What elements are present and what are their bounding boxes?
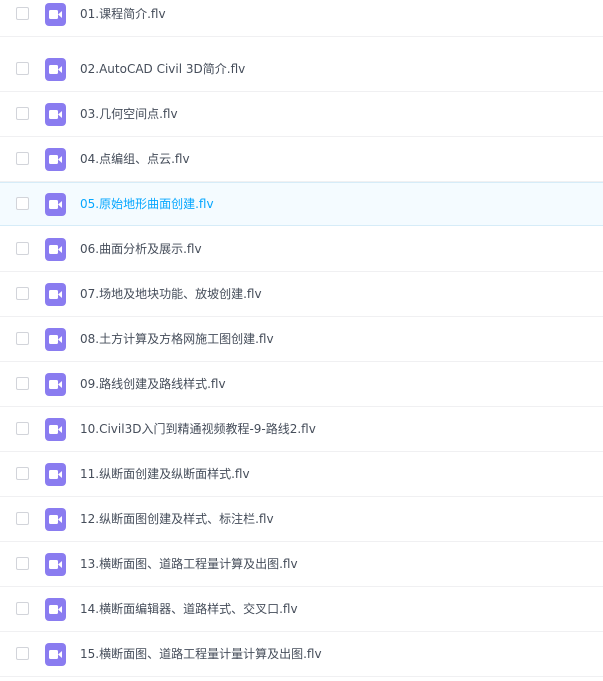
file-row[interactable]: 09.路线创建及路线样式.flv (0, 363, 603, 407)
video-file-icon (45, 193, 66, 216)
select-checkbox[interactable] (16, 242, 29, 255)
video-file-icon (45, 103, 66, 126)
file-name[interactable]: 06.曲面分析及展示.flv (80, 241, 202, 258)
select-checkbox[interactable] (16, 422, 29, 435)
file-row[interactable]: 14.横断面编辑器、道路样式、交叉口.flv (0, 588, 603, 632)
video-file-icon (45, 598, 66, 621)
select-checkbox[interactable] (16, 332, 29, 345)
video-file-icon (45, 148, 66, 171)
video-file-icon (45, 418, 66, 441)
file-name[interactable]: 12.纵断面图创建及样式、标注栏.flv (80, 511, 274, 528)
file-row[interactable]: 08.土方计算及方格网施工图创建.flv (0, 318, 603, 362)
file-name[interactable]: 08.土方计算及方格网施工图创建.flv (80, 331, 274, 348)
select-checkbox[interactable] (16, 152, 29, 165)
select-checkbox[interactable] (16, 602, 29, 615)
file-row[interactable]: 10.Civil3D入门到精通视频教程-9-路线2.flv (0, 408, 603, 452)
file-name[interactable]: 11.纵断面创建及纵断面样式.flv (80, 466, 250, 483)
video-file-icon (45, 463, 66, 486)
file-name[interactable]: 13.横断面图、道路工程量计算及出图.flv (80, 556, 298, 573)
video-file-icon (45, 238, 66, 261)
file-row[interactable]: 03.几何空间点.flv (0, 93, 603, 137)
file-row[interactable]: 02.AutoCAD Civil 3D简介.flv (0, 48, 603, 92)
file-list: 01.课程简介.flv 02.AutoCAD Civil 3D简介.flv 03… (0, 0, 603, 681)
video-file-icon (45, 553, 66, 576)
file-name[interactable]: 09.路线创建及路线样式.flv (80, 376, 226, 393)
file-row[interactable]: 07.场地及地块功能、放坡创建.flv (0, 273, 603, 317)
file-row[interactable]: 06.曲面分析及展示.flv (0, 228, 603, 272)
file-row[interactable]: 11.纵断面创建及纵断面样式.flv (0, 453, 603, 497)
file-row[interactable]: 01.课程简介.flv (0, 0, 603, 37)
select-checkbox[interactable] (16, 62, 29, 75)
file-row[interactable]: 15.横断面图、道路工程量计量计算及出图.flv (0, 633, 603, 677)
select-checkbox[interactable] (16, 7, 29, 20)
file-name[interactable]: 02.AutoCAD Civil 3D简介.flv (80, 61, 245, 78)
video-file-icon (45, 58, 66, 81)
file-row[interactable]: 13.横断面图、道路工程量计算及出图.flv (0, 543, 603, 587)
select-checkbox[interactable] (16, 512, 29, 525)
file-name[interactable]: 05.原始地形曲面创建.flv (80, 196, 214, 213)
video-file-icon (45, 328, 66, 351)
file-name[interactable]: 07.场地及地块功能、放坡创建.flv (80, 286, 262, 303)
select-checkbox[interactable] (16, 377, 29, 390)
video-file-icon (45, 508, 66, 531)
select-checkbox[interactable] (16, 107, 29, 120)
file-name[interactable]: 10.Civil3D入门到精通视频教程-9-路线2.flv (80, 421, 316, 438)
video-file-icon (45, 3, 66, 26)
video-file-icon (45, 373, 66, 396)
select-checkbox[interactable] (16, 287, 29, 300)
file-name[interactable]: 04.点编组、点云.flv (80, 151, 190, 168)
video-file-icon (45, 283, 66, 306)
file-name[interactable]: 14.横断面编辑器、道路样式、交叉口.flv (80, 601, 298, 618)
file-name[interactable]: 03.几何空间点.flv (80, 106, 178, 123)
file-row[interactable]: 12.纵断面图创建及样式、标注栏.flv (0, 498, 603, 542)
file-name[interactable]: 01.课程简介.flv (80, 6, 166, 23)
select-checkbox[interactable] (16, 467, 29, 480)
file-row-hovered[interactable]: 05.原始地形曲面创建.flv (0, 182, 603, 226)
select-checkbox[interactable] (16, 557, 29, 570)
video-file-icon (45, 643, 66, 666)
file-name[interactable]: 15.横断面图、道路工程量计量计算及出图.flv (80, 646, 322, 663)
select-checkbox[interactable] (16, 647, 29, 660)
select-checkbox[interactable] (16, 197, 29, 210)
file-row[interactable]: 04.点编组、点云.flv (0, 138, 603, 182)
